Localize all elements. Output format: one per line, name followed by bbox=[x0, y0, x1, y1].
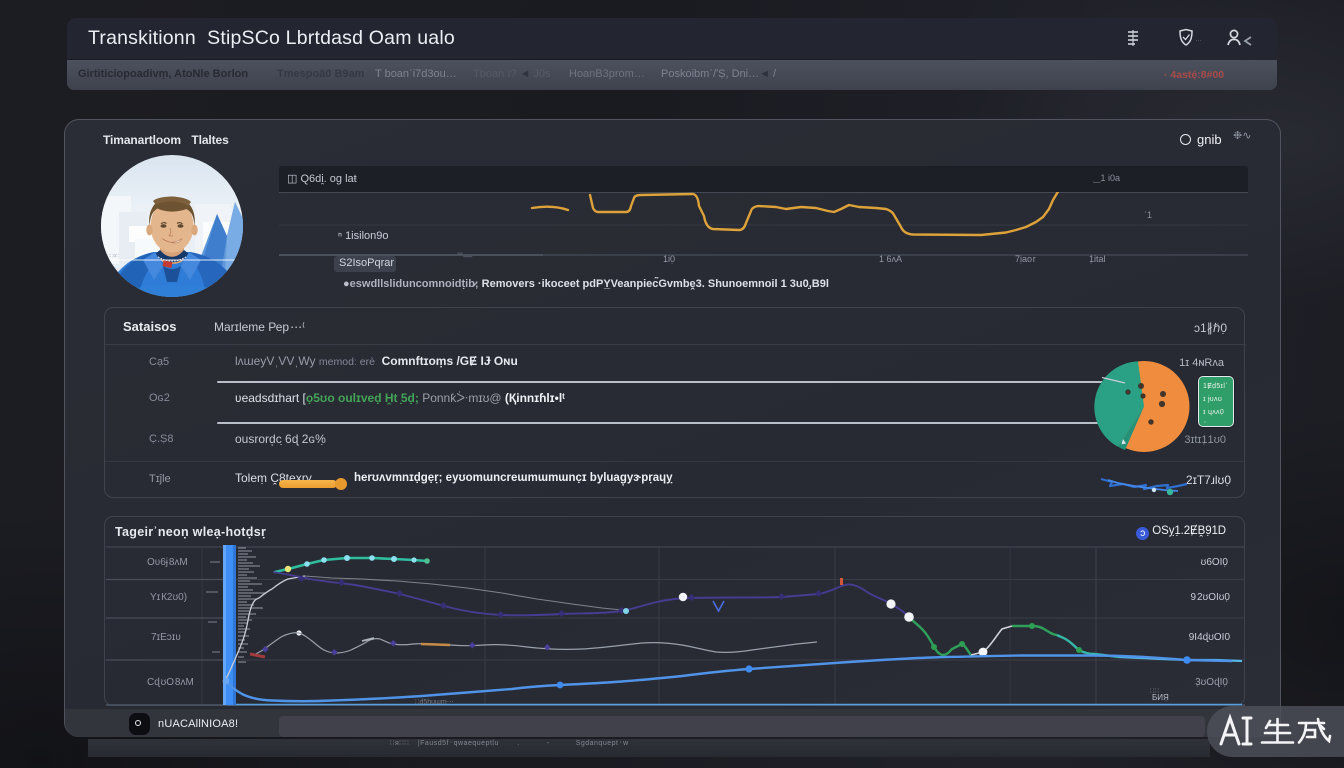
svg-text:∷∷о∷: ∷∷о∷ bbox=[107, 253, 119, 259]
svg-text:ʾ1: ʾ1 bbox=[1144, 210, 1152, 220]
svg-text:∷ḍ5huɯm⋯: ∷ḍ5huɯm⋯ bbox=[415, 699, 454, 706]
svg-text:1 6ʌA: 1 6ʌA bbox=[879, 254, 902, 264]
svg-text:1i0̣: 1i0̣ bbox=[663, 254, 675, 264]
svg-text:1̣ital: 1̣ital bbox=[1089, 254, 1106, 264]
svg-text:…: … bbox=[1195, 36, 1202, 43]
svg-text:∷∷: ∷∷ bbox=[1150, 688, 1159, 695]
svg-text:7ịao r: 7ịao r bbox=[1015, 254, 1036, 264]
